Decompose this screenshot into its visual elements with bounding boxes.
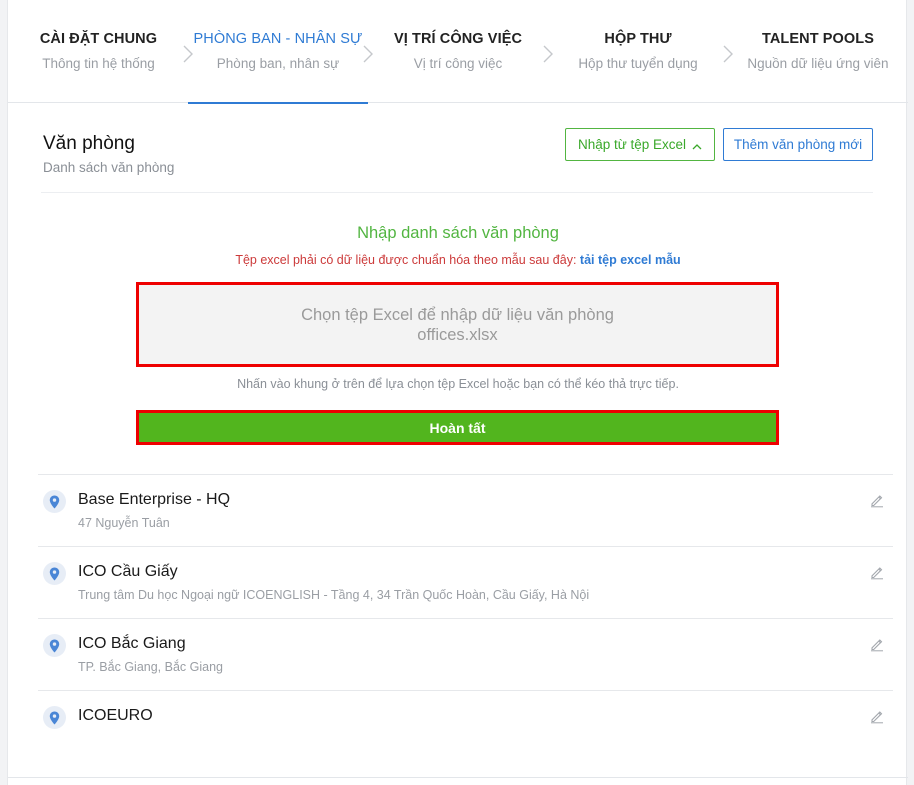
tab-title: CÀI ĐẶT CHUNG: [39, 31, 158, 47]
tab-job-positions[interactable]: VỊ TRÍ CÔNG VIỆC Vị trí công việc: [373, 0, 543, 103]
pencil-icon[interactable]: [869, 636, 885, 652]
tab-title: PHÒNG BAN - NHÂN SỰ: [193, 31, 363, 47]
tab-general-settings[interactable]: CÀI ĐẶT CHUNG Thông tin hệ thống: [16, 0, 181, 103]
download-template-link[interactable]: tải tệp excel mẫu: [580, 253, 681, 267]
list-item[interactable]: ICO Bắc Giang TP. Bắc Giang, Bắc Giang: [38, 618, 893, 690]
excel-dropzone[interactable]: Chọn tệp Excel để nhập dữ liệu văn phòng…: [136, 282, 779, 367]
pencil-icon[interactable]: [869, 492, 885, 508]
tab-title: VỊ TRÍ CÔNG VIỆC: [393, 31, 523, 47]
office-name: ICO Bắc Giang: [78, 635, 186, 652]
tab-departments-staff[interactable]: PHÒNG BAN - NHÂN SỰ Phòng ban, nhân sự: [188, 0, 368, 104]
location-pin-icon: [43, 634, 66, 657]
tab-title: TALENT POOLS: [761, 31, 875, 47]
office-list: Base Enterprise - HQ 47 Nguyễn Tuân ICO …: [38, 474, 893, 762]
finish-import-button[interactable]: Hoàn tất: [136, 410, 779, 445]
office-address: TP. Bắc Giang, Bắc Giang: [78, 660, 223, 674]
tab-subtitle: Vị trí công việc: [413, 56, 503, 71]
tab-subtitle: Nguồn dữ liệu ứng viên: [747, 56, 889, 71]
dropzone-hint: Nhấn vào khung ở trên để lựa chọn tệp Ex…: [237, 377, 679, 391]
import-excel-label: Nhập từ tệp Excel: [577, 137, 687, 152]
add-office-button[interactable]: Thêm văn phòng mới: [723, 128, 873, 161]
import-format-note: Tệp excel phải có dữ liệu được chuẩn hóa…: [8, 253, 908, 267]
location-pin-icon: [43, 706, 66, 729]
office-name: ICOEURO: [78, 707, 153, 724]
tab-subtitle: Thông tin hệ thống: [42, 56, 155, 71]
import-panel-title: Nhập danh sách văn phòng: [357, 224, 559, 242]
dropzone-text: Chọn tệp Excel để nhập dữ liệu văn phòng: [301, 305, 614, 324]
office-address: 47 Nguyễn Tuân: [78, 516, 170, 530]
divider: [41, 192, 873, 193]
settings-page: CÀI ĐẶT CHUNG Thông tin hệ thống PHÒNG B…: [7, 0, 908, 785]
list-item[interactable]: ICO Cầu Giấy Trung tâm Du học Ngoại ngữ …: [38, 546, 893, 618]
tab-title: HỘP THƯ: [604, 31, 672, 47]
import-excel-button[interactable]: Nhập từ tệp Excel: [565, 128, 715, 161]
tab-mailbox[interactable]: HỘP THƯ Hộp thư tuyển dụng: [553, 0, 723, 103]
settings-stepper: CÀI ĐẶT CHUNG Thông tin hệ thống PHÒNG B…: [8, 0, 908, 104]
tab-talent-pools[interactable]: TALENT POOLS Nguồn dữ liệu ứng viên: [741, 0, 895, 103]
active-tab-indicator: [188, 102, 368, 104]
pencil-icon[interactable]: [869, 564, 885, 580]
divider: [8, 777, 908, 778]
list-item[interactable]: Base Enterprise - HQ 47 Nguyễn Tuân: [38, 474, 893, 546]
import-format-note-text: Tệp excel phải có dữ liệu được chuẩn hóa…: [235, 253, 577, 267]
page-title: Văn phòng: [43, 133, 135, 154]
office-address: Trung tâm Du học Ngoại ngữ ICOENGLISH - …: [78, 588, 590, 602]
tab-subtitle: Hộp thư tuyển dụng: [578, 56, 698, 71]
office-name: ICO Cầu Giấy: [78, 563, 178, 580]
page-subtitle: Danh sách văn phòng: [43, 160, 175, 175]
pencil-icon[interactable]: [869, 708, 885, 724]
chevron-up-icon: [692, 140, 702, 150]
tab-subtitle: Phòng ban, nhân sự: [216, 56, 340, 71]
chevron-right-icon: [722, 44, 734, 64]
list-item[interactable]: ICOEURO: [38, 690, 893, 762]
selected-file-name: offices.xlsx: [417, 325, 498, 344]
office-name: Base Enterprise - HQ: [78, 491, 231, 508]
location-pin-icon: [43, 490, 66, 513]
location-pin-icon: [43, 562, 66, 585]
